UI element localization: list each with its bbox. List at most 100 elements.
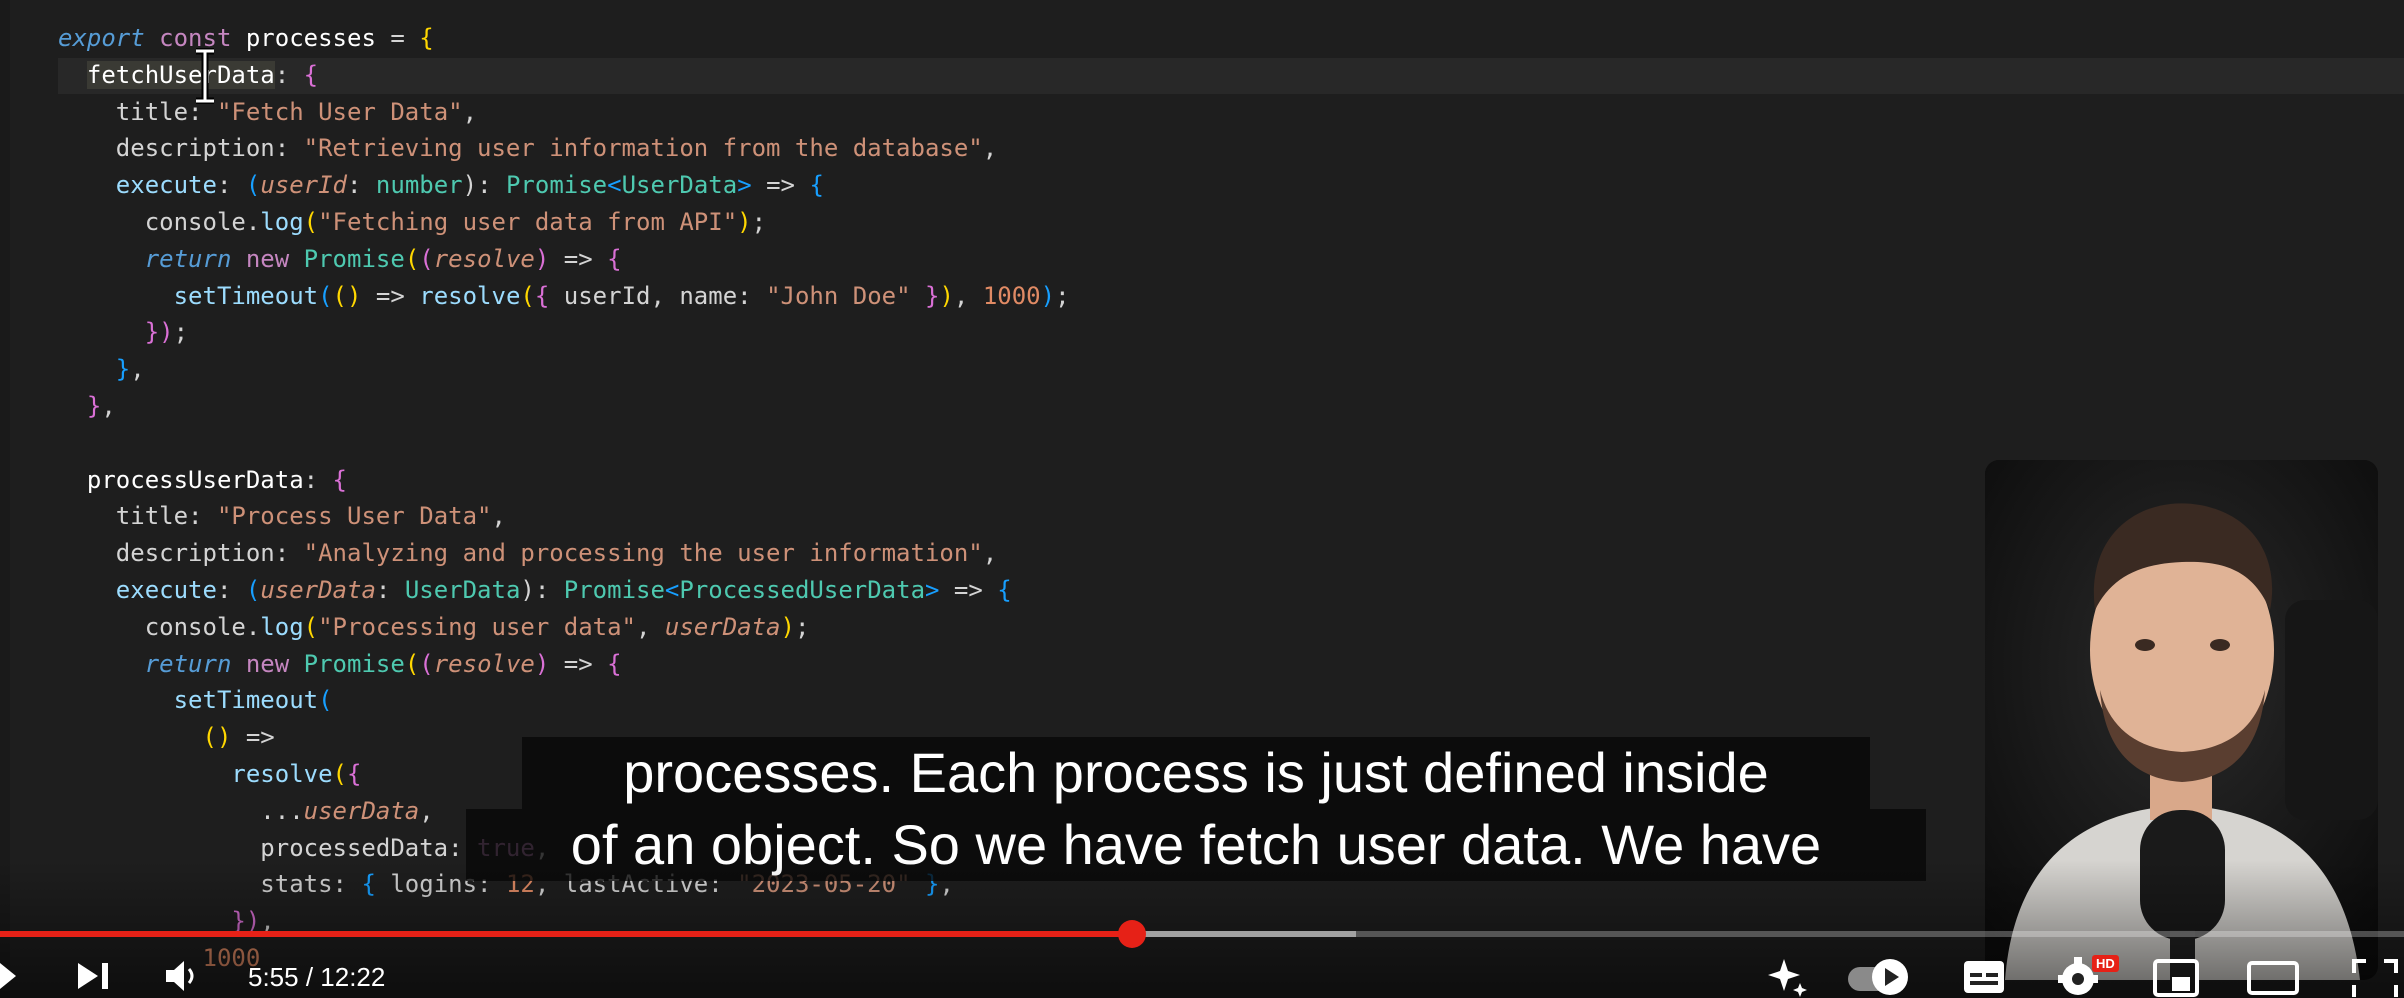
code-token: => — [361, 281, 420, 310]
code-token: userData — [260, 575, 376, 604]
code-token: = — [375, 24, 420, 52]
code-token: ) — [534, 649, 550, 678]
volume-icon[interactable] — [164, 955, 204, 998]
code-token: execute — [115, 171, 217, 200]
caption-line-1: processes. Each process is just defined … — [522, 737, 1870, 809]
code-token: { — [997, 575, 1012, 604]
progress-played — [0, 931, 1133, 937]
code-token: , — [462, 97, 478, 126]
code-token: log — [260, 207, 304, 236]
code-token: processes — [245, 24, 376, 52]
code-token: console. — [58, 207, 261, 236]
code-line[interactable]: return new Promise((resolve) => { — [58, 241, 1070, 278]
code-line[interactable]: console.log("Fetching user data from API… — [58, 204, 1070, 241]
code-line[interactable]: }, — [58, 351, 1070, 388]
next-icon[interactable] — [74, 955, 114, 998]
play-icon[interactable] — [0, 955, 20, 998]
code-line[interactable]: }); — [58, 314, 1070, 351]
code-token: { — [332, 465, 347, 494]
code-token: () — [332, 281, 362, 310]
code-token: => — [751, 171, 810, 200]
code-token: processUserData — [58, 465, 304, 494]
code-token: { — [809, 171, 824, 200]
code-token: ... — [58, 796, 304, 825]
code-line[interactable]: title: "Process User Data", — [58, 498, 1070, 535]
code-token: ; — [794, 612, 810, 641]
code-token: processedData: — [58, 833, 478, 862]
code-token: Promise — [563, 575, 665, 604]
code-line[interactable] — [58, 425, 1070, 462]
theater-icon[interactable] — [2246, 955, 2300, 998]
miniplayer-icon[interactable] — [2152, 955, 2200, 998]
code-token: fetchUserData — [86, 60, 275, 89]
code-token: "Retrieving user information from the da… — [303, 134, 983, 163]
code-line[interactable]: processUserData: { — [58, 462, 1070, 499]
code-line[interactable]: execute: (userData: UserData): Promise<P… — [58, 572, 1070, 609]
code-line[interactable]: execute: (userId: number): Promise<UserD… — [58, 167, 1070, 204]
code-line[interactable]: setTimeout(() => resolve({ userId, name:… — [58, 278, 1070, 315]
code-token: } — [115, 355, 131, 384]
code-line[interactable]: description: "Retrieving user informatio… — [58, 130, 1070, 167]
code-token: , — [419, 796, 434, 825]
code-token: ; — [751, 207, 767, 236]
code-token: ( — [303, 612, 319, 641]
code-token: setTimeout — [173, 686, 319, 715]
code-token: new — [245, 649, 304, 678]
subtitles-icon[interactable] — [1962, 955, 2006, 998]
code-token: ): — [520, 575, 564, 604]
code-token: ( — [520, 281, 535, 310]
code-token: "Fetching user data from API" — [318, 207, 738, 236]
code-token: => — [231, 723, 275, 752]
code-line[interactable]: description: "Analyzing and processing t… — [58, 535, 1070, 572]
sparkle-icon[interactable] — [1766, 955, 1808, 998]
code-token: : — [216, 575, 246, 604]
code-token: export — [58, 24, 160, 52]
code-token: , — [130, 355, 145, 384]
code-token: ( — [419, 244, 434, 273]
code-token: userData — [303, 796, 420, 825]
code-token: ( — [318, 281, 333, 310]
autoplay-toggle[interactable] — [1846, 955, 1914, 998]
code-token: ( — [404, 244, 420, 273]
code-token: ) — [737, 207, 752, 236]
code-line[interactable]: console.log("Processing user data", user… — [58, 609, 1070, 646]
code-token: userId, name: — [563, 281, 767, 310]
code-token: execute — [115, 575, 217, 604]
code-line[interactable]: return new Promise((resolve) => { — [58, 646, 1070, 683]
code-token: new — [245, 244, 304, 273]
code-token: , — [491, 502, 506, 531]
code-token: , — [982, 134, 998, 163]
code-token: { — [419, 24, 434, 52]
code-token: { — [607, 649, 622, 678]
code-token: ; — [173, 318, 189, 347]
code-token: ( — [245, 575, 261, 604]
code-token: ( — [419, 649, 434, 678]
code-token: ( — [303, 207, 319, 236]
code-token: resolve — [433, 649, 535, 678]
code-token: "Process User Data" — [216, 502, 492, 531]
code-token: userData — [664, 612, 781, 641]
code-token: ) — [1040, 281, 1056, 310]
code-token: , — [636, 612, 665, 641]
editor-gutter — [0, 0, 10, 998]
code-token: 1000 — [982, 281, 1041, 310]
fullscreen-icon[interactable] — [2350, 955, 2400, 998]
code-token: description: — [58, 539, 304, 568]
code-token: ) — [534, 244, 550, 273]
code-token: > — [925, 575, 940, 604]
code-line[interactable]: }, — [58, 388, 1070, 425]
code-token: : — [347, 171, 376, 200]
code-token: { — [347, 759, 362, 788]
code-line[interactable]: setTimeout( — [58, 682, 1070, 719]
code-token: , — [982, 539, 998, 568]
code-token: "John Doe" — [766, 281, 911, 310]
time-display: 5:55 / 12:22 — [248, 962, 386, 992]
code-token: "Processing user data" — [318, 612, 636, 641]
